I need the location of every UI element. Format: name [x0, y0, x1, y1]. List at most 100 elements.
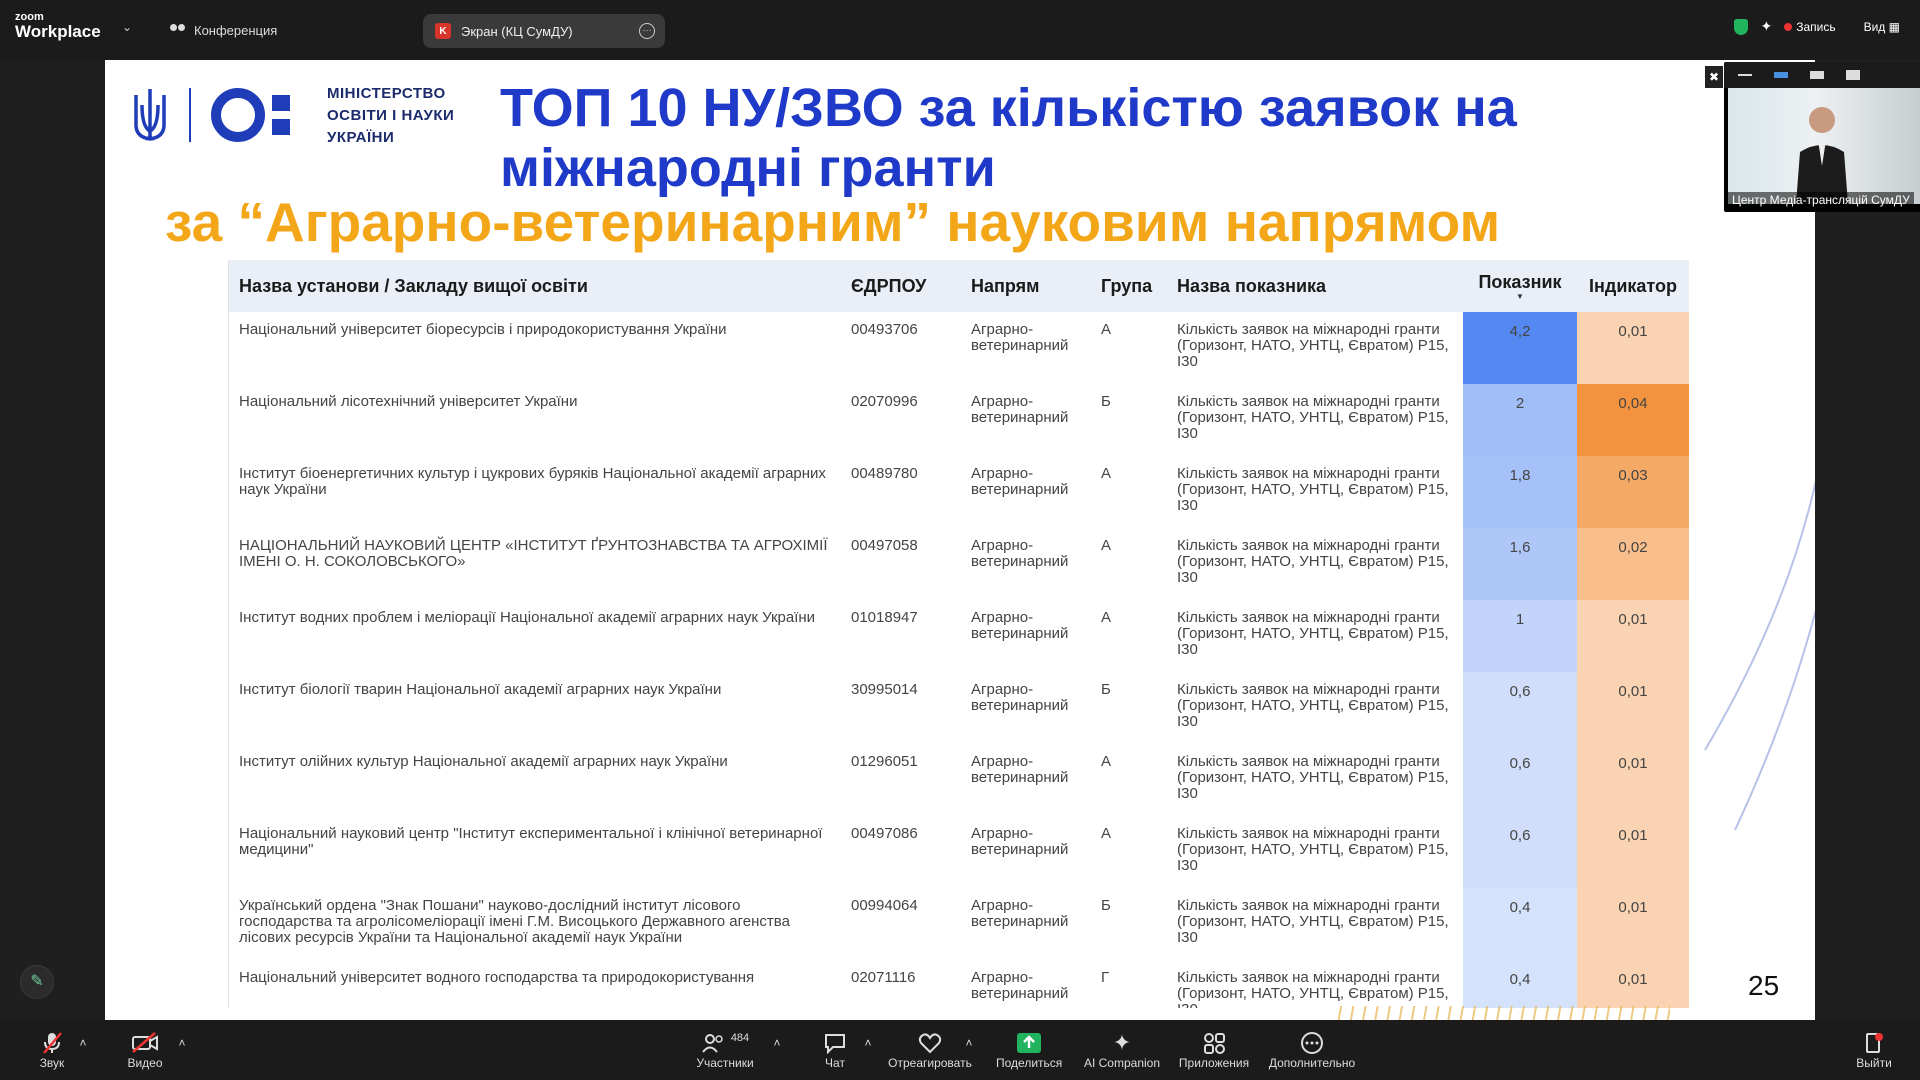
view-button[interactable]: Вид ▦: [1864, 20, 1900, 34]
zoom-logo[interactable]: zoom Workplace: [15, 12, 101, 41]
audio-label: Звук: [39, 1056, 65, 1070]
col-header-direction: Напрям: [961, 260, 1091, 312]
record-indicator[interactable]: Запись: [1784, 20, 1836, 34]
chat-button[interactable]: Чат: [820, 1030, 850, 1070]
cell-metric: Кількість заявок на міжнародні гранти (Г…: [1177, 393, 1449, 442]
coat-of-arms-icon: [134, 89, 166, 141]
logo-separator: [189, 88, 191, 142]
decorative-stripes: [1330, 1006, 1670, 1020]
minimize-icon[interactable]: [1738, 74, 1752, 76]
participants-button[interactable]: 484 Участники: [690, 1030, 760, 1070]
gallery-view-icon[interactable]: [1846, 70, 1860, 80]
speaker-video-thumbnail[interactable]: Центр Медіа-трансляцій СумДУ: [1724, 62, 1920, 212]
cell-name: Національний науковий центр "Інститут ек…: [239, 825, 823, 858]
decorative-lines: [1704, 480, 1815, 831]
ai-sparkle-icon[interactable]: ✦: [1760, 18, 1772, 35]
cell-indicator: 0,01: [1577, 816, 1689, 888]
cell-code: 00497058: [851, 537, 918, 554]
cell-metric: Кількість заявок на міжнародні гранти (Г…: [1177, 753, 1449, 802]
ai-label: AI Companion: [1083, 1056, 1161, 1070]
participants-label: Участники: [696, 1056, 754, 1070]
chat-label: Чат: [825, 1056, 845, 1070]
cell-code: 01018947: [851, 609, 918, 626]
cell-indicator: 0,03: [1577, 456, 1689, 528]
table-row: Український ордена "Знак Пошани" науково…: [229, 888, 1689, 960]
cell-indicator: 0,01: [1577, 888, 1689, 960]
security-shield-icon[interactable]: [1734, 18, 1749, 35]
apps-button[interactable]: Приложения: [1178, 1030, 1250, 1070]
cell-indicator: 0,01: [1577, 312, 1689, 384]
cell-code: 00994064: [851, 897, 918, 914]
share-screen-button[interactable]: Поделиться: [996, 1030, 1062, 1070]
stack-view-icon[interactable]: [1810, 71, 1824, 79]
video-button[interactable]: Видео: [122, 1030, 168, 1070]
col-header-value: Показник ▼: [1463, 260, 1577, 312]
share-tab-label: Экран (КЦ СумДУ): [461, 23, 573, 39]
participants-chevron-icon[interactable]: ˄: [770, 1036, 784, 1050]
cell-direction: Аграрно-ветеринарний: [971, 897, 1069, 930]
react-button[interactable]: Отреагировать: [888, 1030, 972, 1070]
cell-indicator: 0,01: [1577, 960, 1689, 1008]
table-row: Інститут водних проблем і меліорації Нац…: [229, 600, 1689, 672]
cell-indicator: 0,01: [1577, 600, 1689, 672]
shared-screen-slide: МІНІСТЕРСТВО ОСВІТИ І НАУКИ УКРАЇНИ ТОП …: [105, 60, 1815, 1020]
audio-options-chevron-icon[interactable]: ˄: [76, 1036, 90, 1050]
meeting-label: Конференция: [194, 23, 278, 38]
cell-code: 01296051: [851, 753, 918, 770]
muted-mic-icon: [32, 1030, 72, 1056]
cell-value: 4,2: [1463, 312, 1577, 384]
cell-value: 1,8: [1463, 456, 1577, 528]
participants-count: 484: [730, 1032, 750, 1044]
cell-metric: Кількість заявок на міжнародні гранти (Г…: [1177, 681, 1449, 730]
video-off-icon: [122, 1030, 168, 1056]
leave-button[interactable]: Выйти: [1852, 1030, 1896, 1070]
ranking-table: Назва установи / Закладу вищої освіти ЄД…: [228, 260, 1689, 1008]
ai-companion-button[interactable]: ✦ AI Companion: [1082, 1030, 1162, 1070]
leave-label: Выйти: [1856, 1056, 1892, 1070]
cell-name: Національний лісотехнічний університет У…: [239, 393, 578, 410]
cell-group: А: [1101, 321, 1112, 338]
cell-name: Національний університет водного господа…: [239, 969, 755, 986]
table-row: НАЦІОНАЛЬНИЙ НАУКОВИЙ ЦЕНТР «ІНСТИТУТ ҐР…: [229, 528, 1689, 600]
share-screen-icon: [996, 1030, 1062, 1056]
video-options-chevron-icon[interactable]: ˄: [175, 1036, 189, 1050]
view-label: Вид: [1863, 19, 1886, 34]
cell-name: Український ордена "Знак Пошани" науково…: [239, 897, 790, 946]
cell-direction: Аграрно-ветеринарний: [971, 969, 1069, 1002]
cell-group: Г: [1101, 969, 1110, 986]
heart-icon: [888, 1030, 972, 1056]
more-dots-icon: [1266, 1030, 1358, 1056]
cell-name: Інститут біоенергетичних культур і цукро…: [239, 465, 826, 498]
ai-sparkle-icon: ✦: [1112, 1030, 1132, 1055]
cell-direction: Аграрно-ветеринарний: [971, 681, 1069, 714]
cell-direction: Аграрно-ветеринарний: [971, 321, 1069, 354]
cell-code: 00497086: [851, 825, 918, 842]
cell-value: 2: [1463, 384, 1577, 456]
bottom-toolbar: Звук ˄ Видео ˄ 484 Участники ˄ Чат ˄ Отр…: [0, 1020, 1920, 1080]
collapse-video-icon[interactable]: ✖: [1705, 66, 1723, 88]
audio-button[interactable]: Звук: [32, 1030, 72, 1070]
sort-desc-icon: ▼: [1516, 291, 1524, 301]
more-options-icon[interactable]: ⋯: [639, 23, 655, 39]
cell-direction: Аграрно-ветеринарний: [971, 393, 1069, 426]
cell-group: Б: [1101, 681, 1111, 698]
cell-group: А: [1101, 465, 1112, 482]
cell-direction: Аграрно-ветеринарний: [971, 609, 1069, 642]
speaker-view-icon[interactable]: [1774, 72, 1788, 78]
cell-direction: Аграрно-ветеринарний: [971, 753, 1069, 786]
table-row: Національний університет водного господа…: [229, 960, 1689, 1008]
react-chevron-icon[interactable]: ˄: [962, 1036, 976, 1050]
screen-share-tab[interactable]: K Экран (КЦ СумДУ) ⋯: [423, 14, 665, 48]
cell-metric: Кількість заявок на міжнародні гранти (Г…: [1177, 465, 1449, 514]
chevron-down-icon[interactable]: ⌄: [122, 20, 132, 34]
meeting-menu[interactable]: Конференция: [170, 23, 277, 38]
cell-value: 1: [1463, 600, 1577, 672]
slide-page-number: 25: [1748, 970, 1780, 1001]
annotate-pencil-icon[interactable]: ✎: [20, 965, 54, 999]
chat-chevron-icon[interactable]: ˄: [861, 1036, 875, 1050]
cell-group: Б: [1101, 393, 1111, 410]
cell-name: Інститут водних проблем і меліорації Нац…: [239, 609, 816, 626]
more-button[interactable]: Дополнительно: [1266, 1030, 1358, 1070]
col-header-group: Група: [1091, 260, 1167, 312]
cell-value: 0,6: [1463, 744, 1577, 816]
